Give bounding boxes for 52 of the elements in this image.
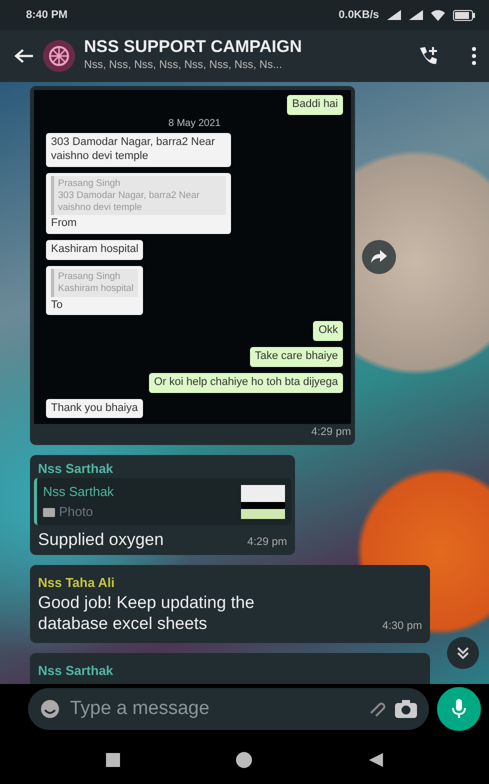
quote-sender: Nss Sarthak: [43, 483, 114, 502]
microphone-icon: [452, 699, 466, 719]
message-input[interactable]: Type a message: [68, 694, 359, 724]
scroll-down-button[interactable]: [447, 637, 479, 669]
group-members[interactable]: Nss, Nss, Nss, Nss, Nss, Nss, Nss, Ns...: [84, 57, 409, 74]
network-speed: 0.0KB/s: [338, 8, 379, 23]
wifi-icon: [431, 10, 445, 20]
quote-sender: Prasang Singh: [58, 270, 122, 283]
message-time: 4:29 pm: [311, 425, 351, 440]
back-arrow-icon[interactable]: [14, 48, 34, 64]
sender-name: Nss Sarthak: [38, 662, 114, 680]
quote-text: Photo: [59, 502, 93, 521]
signal-icon: [409, 10, 423, 20]
screenshot-image[interactable]: [34, 90, 351, 424]
forward-button[interactable]: [362, 240, 396, 274]
double-chevron-down-icon: [457, 647, 469, 659]
signal-icon: [387, 10, 401, 20]
group-avatar-icon[interactable]: [42, 39, 76, 73]
quote-text: Kashiram hospital: [58, 282, 134, 295]
status-time: 8:40 PM: [26, 8, 68, 23]
add-call-icon[interactable]: [417, 45, 439, 67]
triangle-icon[interactable]: [369, 753, 384, 767]
chat-bubble: Take care bhaiye: [250, 347, 343, 367]
battery-icon: [453, 10, 475, 20]
chat-bubble: Kashiram hospital: [46, 240, 144, 260]
chat-bubble: 303 Damodar Nagar, barra2 Near vaishno devi temple: [46, 133, 231, 167]
message-time: 4:30 pm: [382, 619, 422, 634]
message-text: Good job! Keep updating the database excel sheets: [38, 592, 256, 635]
emoji-icon[interactable]: [40, 699, 60, 719]
microphone-button[interactable]: [437, 687, 481, 731]
message-text: To: [51, 298, 64, 312]
composer-bar[interactable]: Type a message: [28, 688, 429, 730]
home-circle-icon[interactable]: [235, 751, 254, 769]
date-label: 8 May 2021: [168, 118, 221, 130]
more-options-icon[interactable]: [471, 46, 477, 66]
quote-text: 303 Damodar Nagar, barra2 Near vaishno devi temple: [58, 190, 201, 214]
chat-bubble: Or koi help chahiye ho toh bta dijyega: [148, 372, 343, 393]
quote-sender: Prasang Singh: [58, 178, 122, 190]
share-arrow-icon: [371, 250, 387, 264]
message-time: 4:29 pm: [247, 535, 287, 550]
chat-bubble: Baddi hai: [287, 95, 343, 115]
message-text: From: [51, 217, 78, 232]
sender-name: Nss Taha Ali: [38, 574, 116, 592]
message-text: Supplied oxygen: [38, 529, 164, 551]
camera-icon[interactable]: [395, 700, 417, 718]
square-icon[interactable]: [106, 753, 120, 767]
image-thumbnail: [241, 484, 285, 519]
chat-bubble: Thank you bhaiya: [46, 398, 143, 418]
chat-bubble: Okk: [313, 321, 343, 342]
sender-name: Nss Sarthak: [37, 460, 114, 478]
group-title[interactable]: NSS SUPPORT CAMPAIGN: [84, 38, 409, 58]
camera-icon: [43, 506, 55, 517]
